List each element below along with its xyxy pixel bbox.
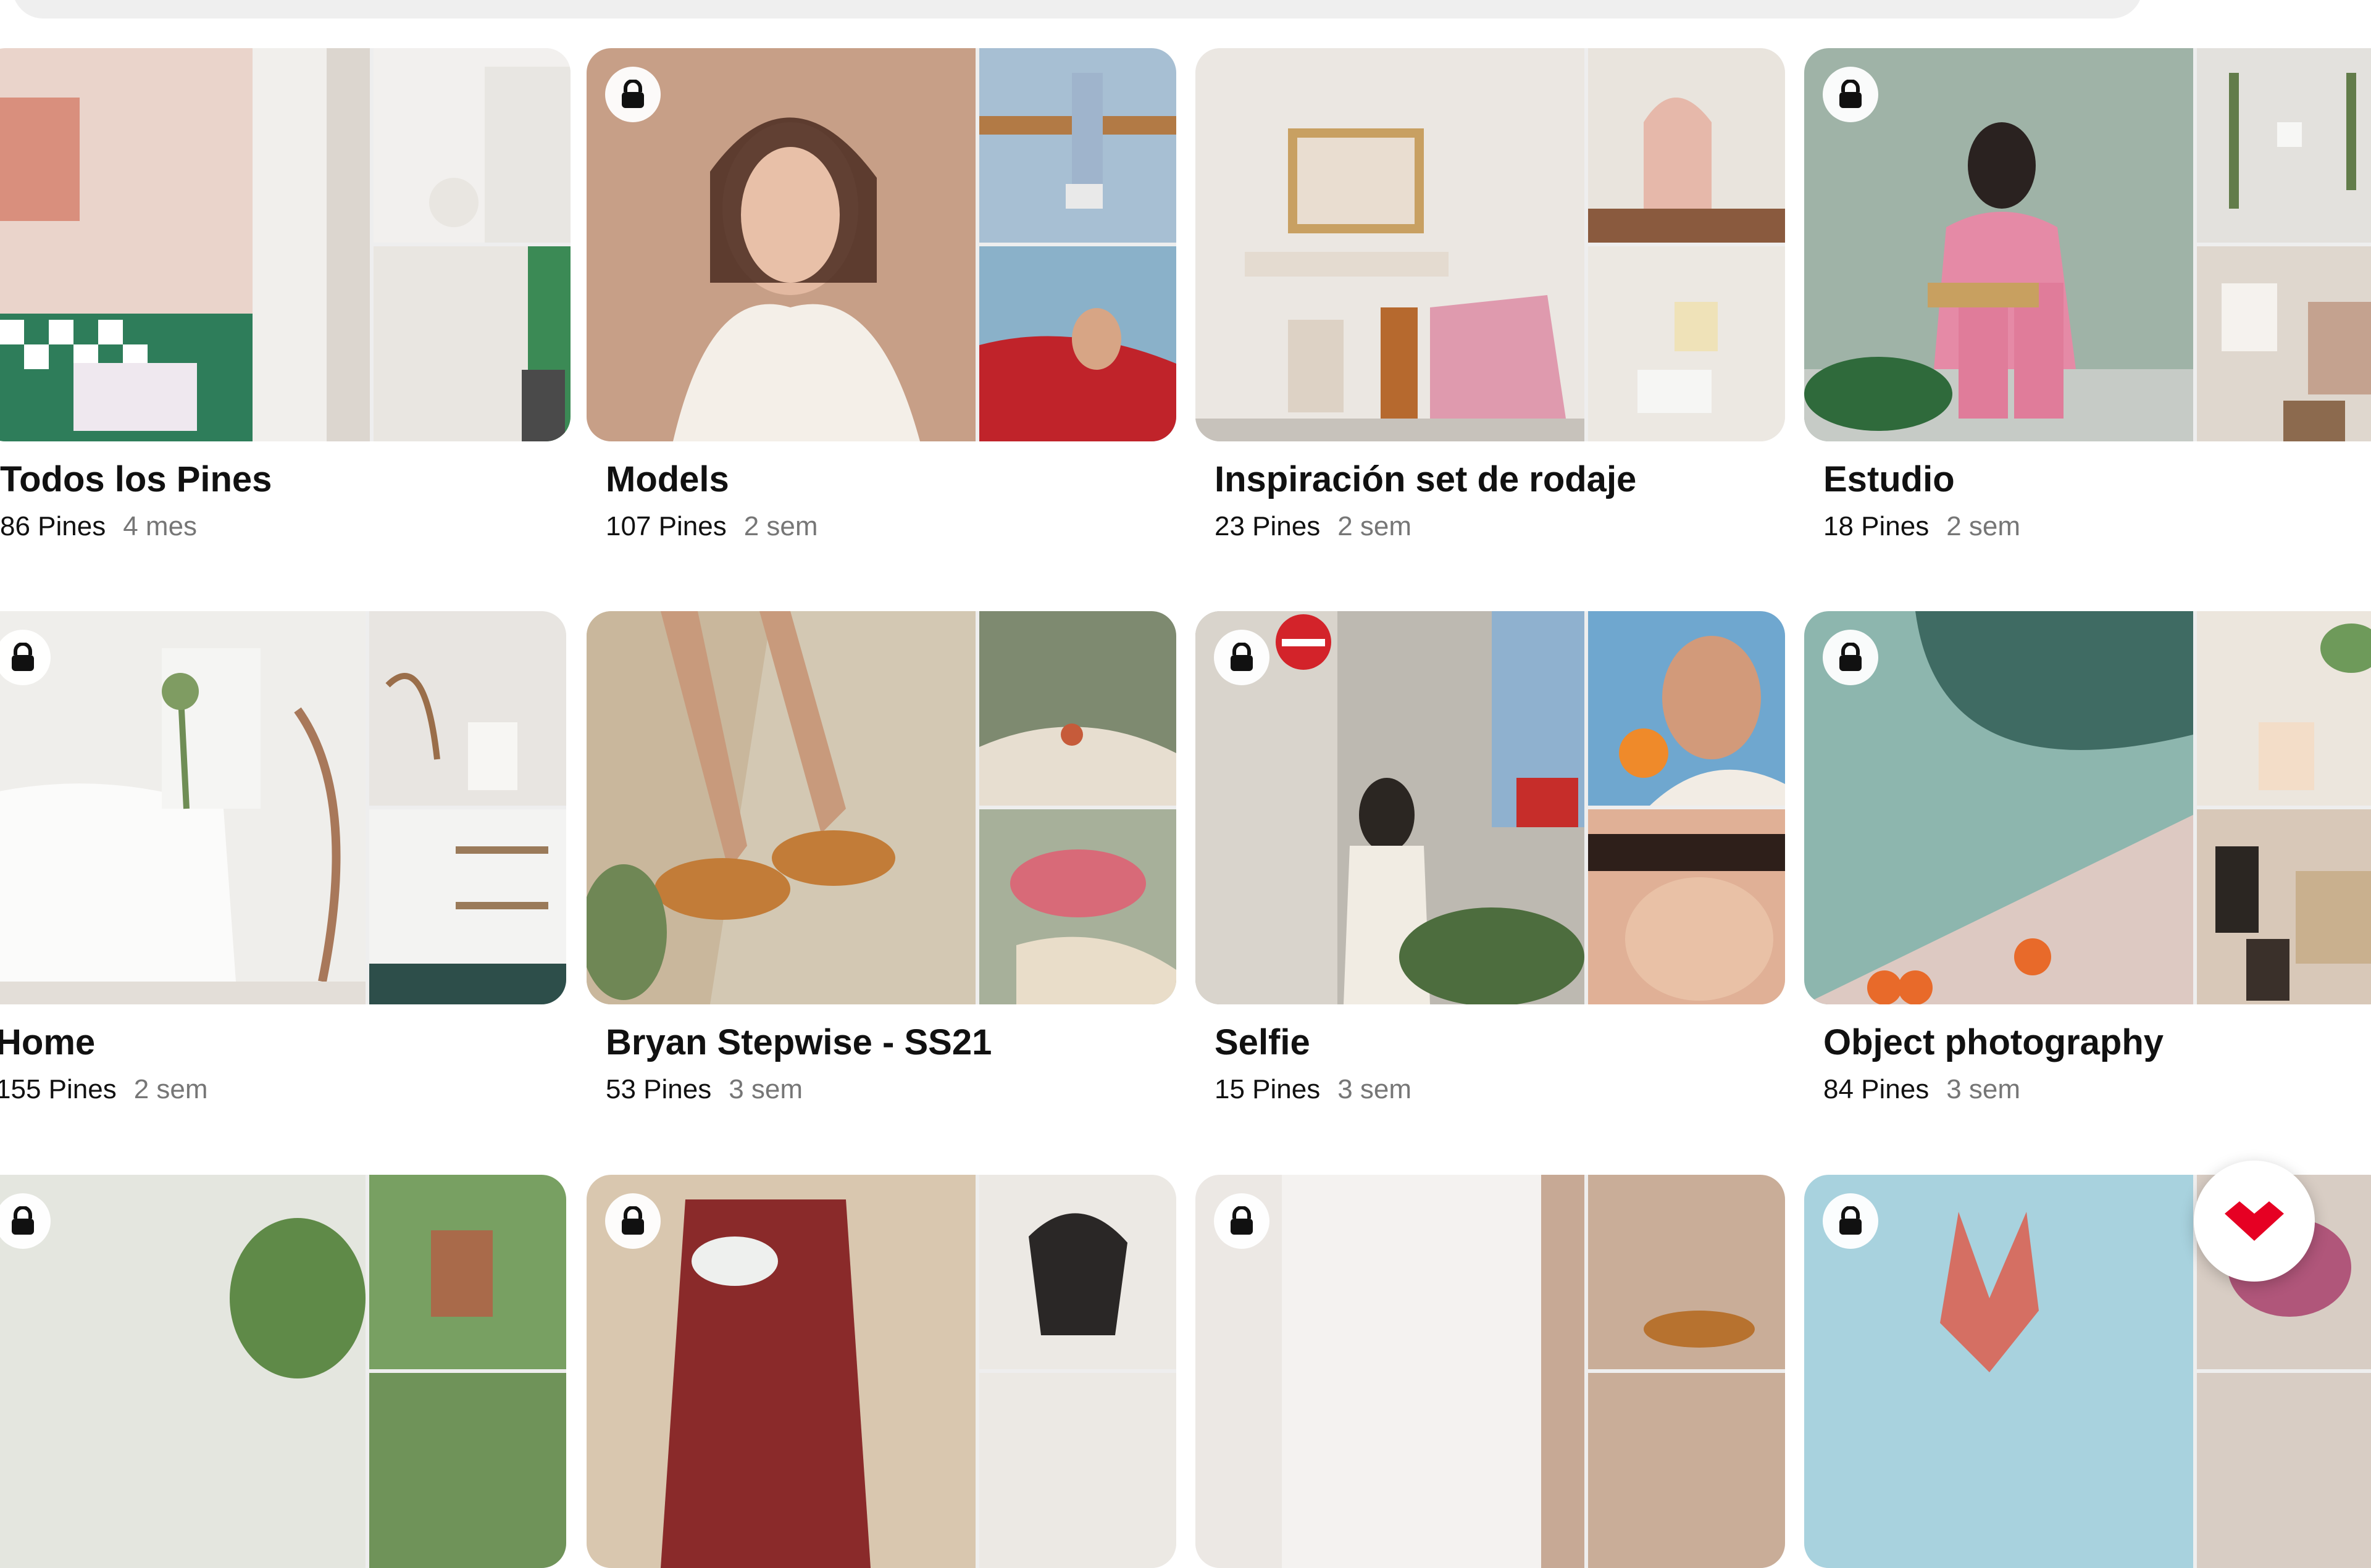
- board-cover[interactable]: [0, 48, 571, 441]
- lock-icon: [1823, 630, 1878, 685]
- cover-image-main: [0, 611, 366, 1004]
- cover-image-main: [587, 611, 976, 1004]
- board-meta: 53 Pines 3 sem: [606, 1074, 803, 1105]
- lock-icon: [605, 1193, 661, 1249]
- board-cover[interactable]: [1195, 48, 1785, 441]
- pin-count: 86 Pines: [0, 511, 106, 541]
- lock-icon: [1823, 67, 1878, 122]
- cover-image-bottom: [1588, 1373, 1785, 1568]
- cover-image-top: [374, 48, 571, 243]
- cover-image-main: [0, 48, 370, 441]
- board-meta: 84 Pines 3 sem: [1823, 1074, 2020, 1105]
- cover-image-bottom: [2197, 809, 2371, 1004]
- pin-count: 18 Pines: [1823, 511, 1930, 541]
- last-updated: 2 sem: [1337, 511, 1412, 541]
- board-title[interactable]: Inspiración set de rodaje: [1215, 459, 1636, 500]
- cover-image-top: [369, 611, 566, 806]
- cover-image-bottom: [369, 1373, 566, 1568]
- board-title[interactable]: Object photography: [1823, 1022, 2164, 1063]
- brand-logo-icon: [2225, 1201, 2284, 1241]
- board-meta: 86 Pines 4 mes: [0, 511, 197, 542]
- cover-image-top: [2197, 611, 2371, 806]
- last-updated: 2 sem: [1946, 511, 2021, 541]
- pin-count: 84 Pines: [1823, 1074, 1930, 1104]
- last-updated: 3 sem: [1946, 1074, 2021, 1104]
- board-title[interactable]: Estudio: [1823, 459, 1955, 500]
- lock-icon: [1214, 1193, 1269, 1249]
- cover-image-top: [979, 48, 1176, 243]
- board-cover[interactable]: [1195, 1175, 1785, 1568]
- cover-image-top: [979, 1175, 1176, 1369]
- cover-image-bottom: [369, 809, 566, 1004]
- cover-image-bottom: [979, 809, 1176, 1004]
- board-meta: 15 Pines 3 sem: [1215, 1074, 1411, 1105]
- cover-image-top: [1588, 611, 1785, 806]
- cover-image-top: [2197, 48, 2371, 243]
- board-meta: 23 Pines 2 sem: [1215, 511, 1411, 542]
- board-cover[interactable]: [587, 611, 1176, 1004]
- board-title[interactable]: Bryan Stepwise - SS21: [606, 1022, 992, 1063]
- cover-image-top: [369, 1175, 566, 1369]
- lock-icon: [1214, 630, 1269, 685]
- board-cover[interactable]: [587, 48, 1176, 441]
- board-cover[interactable]: [0, 611, 566, 1004]
- board-cover[interactable]: [1804, 48, 2371, 441]
- search-bar[interactable]: [12, 0, 2143, 19]
- cover-image-bottom: [2197, 1373, 2371, 1568]
- last-updated: 2 sem: [743, 511, 818, 541]
- cover-image-main: [1195, 48, 1584, 441]
- board-title[interactable]: Models: [606, 459, 729, 500]
- board-meta: 107 Pines 2 sem: [606, 511, 818, 542]
- cover-image-bottom: [1588, 809, 1785, 1004]
- pin-count: 155 Pines: [0, 1074, 117, 1104]
- pin-count: 15 Pines: [1215, 1074, 1321, 1104]
- board-meta: 18 Pines 2 sem: [1823, 511, 2020, 542]
- brand-logo-button[interactable]: [2194, 1161, 2315, 1282]
- cover-image-top: [1588, 48, 1785, 243]
- cover-image-top: [1588, 1175, 1785, 1369]
- last-updated: 3 sem: [1337, 1074, 1412, 1104]
- cover-image-bottom: [979, 1373, 1176, 1568]
- board-title[interactable]: Todos los Pines: [0, 459, 272, 500]
- last-updated: 3 sem: [729, 1074, 803, 1104]
- board-title[interactable]: Selfie: [1215, 1022, 1310, 1063]
- lock-icon: [605, 67, 661, 122]
- last-updated: 4 mes: [123, 511, 198, 541]
- pin-count: 107 Pines: [606, 511, 727, 541]
- board-meta: 155 Pines 2 sem: [0, 1074, 208, 1105]
- lock-icon: [1823, 1193, 1878, 1249]
- cover-image-top: [979, 611, 1176, 806]
- board-title[interactable]: Home: [0, 1022, 95, 1063]
- board-cover[interactable]: [0, 1175, 566, 1568]
- cover-image-bottom: [979, 246, 1176, 441]
- board-cover[interactable]: [1804, 611, 2371, 1004]
- pin-count: 23 Pines: [1215, 511, 1321, 541]
- cover-image-bottom: [374, 246, 571, 441]
- cover-image-bottom: [1588, 246, 1785, 441]
- cover-image-main: [0, 1175, 366, 1568]
- board-cover[interactable]: [587, 1175, 1176, 1568]
- last-updated: 2 sem: [133, 1074, 208, 1104]
- cover-image-bottom: [2197, 246, 2371, 441]
- pin-count: 53 Pines: [606, 1074, 712, 1104]
- board-cover[interactable]: [1195, 611, 1785, 1004]
